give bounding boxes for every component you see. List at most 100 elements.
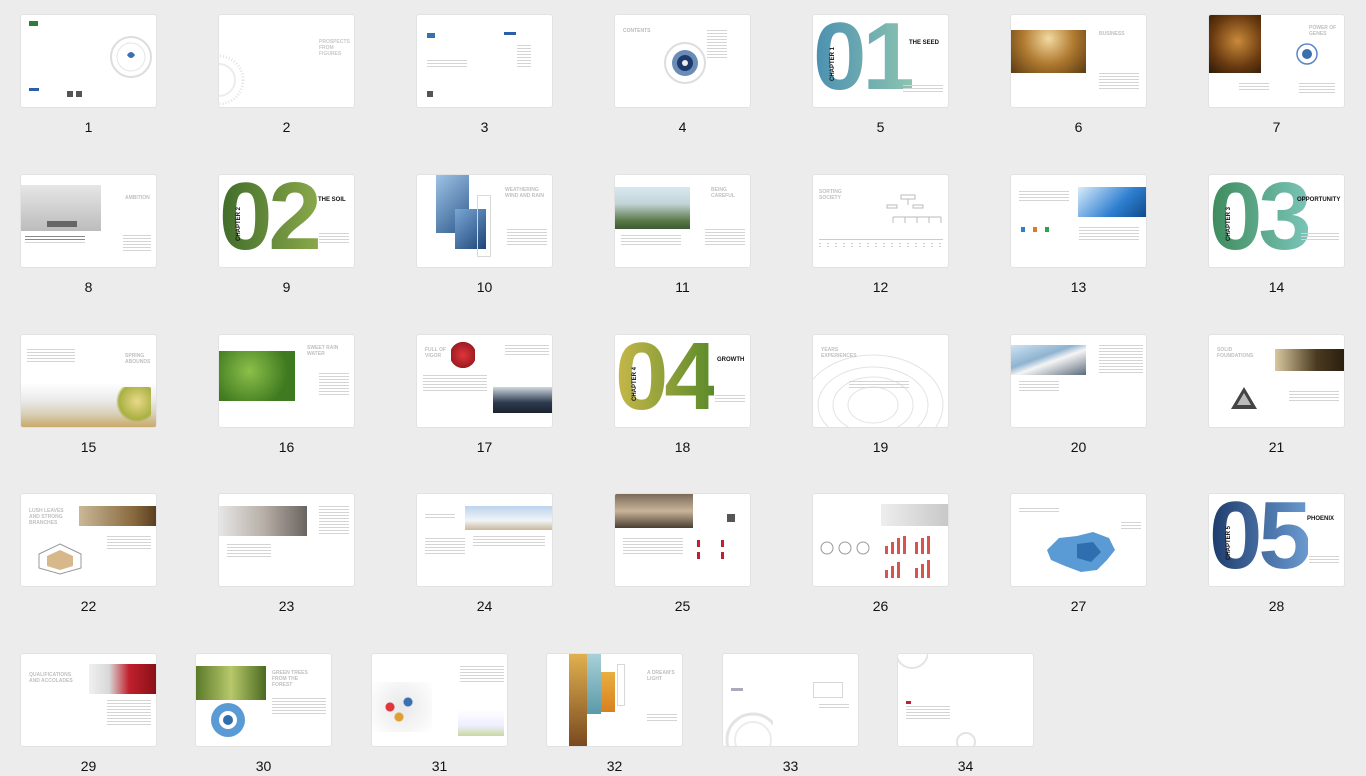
runners-photo [458,710,504,736]
red-marker [721,540,724,547]
page-thumbnail-26[interactable] [813,494,948,586]
red-marker [906,701,911,704]
page-title: YEARS EXPERIENCES [821,347,857,359]
blue-logo [504,32,516,35]
logo-mark [29,21,38,26]
ring-graphic [898,654,928,669]
page-number: 8 [84,279,93,295]
page-thumbnail-27[interactable] [1011,494,1146,586]
text-block [903,85,943,94]
chapter-label: CHAPTER 5 [1226,525,1232,560]
text-block [705,229,745,247]
page-title: SOLID FOUNDATIONS [1217,347,1254,359]
frame-border [617,664,625,706]
page-number: 32 [606,758,623,774]
page-title: GREEN TREES FROM THE FOREST [272,670,308,688]
page-thumbnail-7[interactable]: POWER OF GENES [1209,15,1344,107]
pen-photo [881,504,948,526]
page-thumbnail-10[interactable]: WEATHERING WIND AND RAIN [417,175,552,267]
page-thumbnail-31[interactable] [372,654,507,746]
chapter-number: 02 [219,175,322,265]
page-thumbnail-16[interactable]: SWEET RAIN WATER [219,335,354,427]
page-thumbnail-14[interactable]: 03 CHAPTER 3 OPPORTUNITY [1209,175,1344,267]
page-thumbnail-9[interactable]: 02 CHAPTER 2 THE SOIL [219,175,354,267]
page-thumbnail-6[interactable]: BUSINESS [1011,15,1146,107]
text-block [621,235,681,247]
glass-building-photo [1078,187,1146,217]
badge-circle [1296,43,1318,65]
page-thumbnail-18[interactable]: 04 CHAPTER 4 GROWTH [615,335,750,427]
page-thumbnail-22[interactable]: LUSH LEAVES AND STRONG BRANCHES [21,494,156,586]
page-title: QUALIFICATIONS AND ACCOLADES [29,672,73,684]
page-thumbnail-25[interactable] [615,494,750,586]
page-thumbnail-33[interactable] [723,654,858,746]
lobby-sign [47,221,77,227]
page-number: 3 [480,119,489,135]
text-block [27,349,75,364]
text-block [819,704,849,710]
circle-stats [820,541,870,555]
page-thumbnail-4[interactable]: CONTENTS [615,15,750,107]
crowd-photo [372,682,432,732]
blue-logo [29,88,39,91]
text-block [505,345,549,357]
page-title: SORTING SOCIETY [819,189,842,201]
page-thumbnail-11[interactable]: BEING CAREFUL [615,175,750,267]
page-title: PROSPECTS FROM FIGURES [319,39,350,57]
page-number: 4 [678,119,687,135]
page-thumbnail-28[interactable]: 05 CHAPTER 5 PHOENIX [1209,494,1344,586]
page-thumbnail-1[interactable] [21,15,156,107]
hexagon-diagram [38,543,82,575]
text-block [707,30,727,60]
page-title: SPRING ABOUNDS [125,353,151,365]
page-thumbnail-19[interactable]: YEARS EXPERIENCES [813,335,948,427]
page-number: 34 [957,758,974,774]
page-number: 5 [876,119,885,135]
logo-mark [427,33,435,38]
page-thumbnail-20[interactable] [1011,335,1146,427]
page-thumbnail-32[interactable]: A DREAM'S LIGHT [547,654,682,746]
page-number: 28 [1268,598,1285,614]
page-thumbnail-3[interactable] [417,15,552,107]
text-block [1289,391,1339,403]
page-thumbnail-15[interactable]: SPRING ABOUNDS [21,335,156,427]
page-number: 1 [84,119,93,135]
page-number: 24 [476,598,493,614]
concentric-rings [219,54,245,105]
page-thumbnail-13[interactable] [1011,175,1146,267]
forest-photo [196,666,266,700]
page-thumbnail-23[interactable] [219,494,354,586]
page-thumbnail-8[interactable]: AMBITION [21,175,156,267]
text-block [1079,227,1139,242]
page-thumbnail-21[interactable]: SOLID FOUNDATIONS [1209,335,1344,427]
ring-graphic [110,36,152,78]
page-thumbnail-17[interactable]: FULL OF VIGOR [417,335,552,427]
text-block [107,536,151,551]
page-number: 7 [1272,119,1281,135]
page-number: 11 [675,279,690,295]
text-block [1019,508,1059,514]
chapter-label: CHAPTER 3 [1226,206,1232,241]
page-thumbnail-34[interactable] [898,654,1033,746]
page-thumbnail-12[interactable]: SORTING SOCIETY [813,175,948,267]
text-block [425,538,465,556]
chapter-label: CHAPTER 4 [632,366,638,401]
text-block [647,714,677,723]
text-block [1309,556,1339,565]
chapter-title: PHOENIX [1307,516,1335,522]
qr-code [727,514,735,522]
page-thumbnail-5[interactable]: 01 CHAPTER 1 THE SEED [813,15,948,107]
page-thumbnail-29[interactable]: QUALIFICATIONS AND ACCOLADES [21,654,156,746]
chapter-label: CHAPTER 2 [236,206,242,241]
text-block [227,544,271,559]
page-thumbnail-2[interactable]: PROSPECTS FROM FIGURES [219,15,354,107]
people-photo [451,341,475,369]
page-title: SWEET RAIN WATER [307,345,339,357]
text-block [1299,83,1335,95]
text-block [507,229,547,247]
page-thumbnail-30[interactable]: GREEN TREES FROM THE FOREST [196,654,331,746]
text-block [427,60,467,69]
pyramid-diagram [1231,387,1257,409]
page-thumbnail-24[interactable] [417,494,552,586]
ring-graphic [956,732,976,746]
